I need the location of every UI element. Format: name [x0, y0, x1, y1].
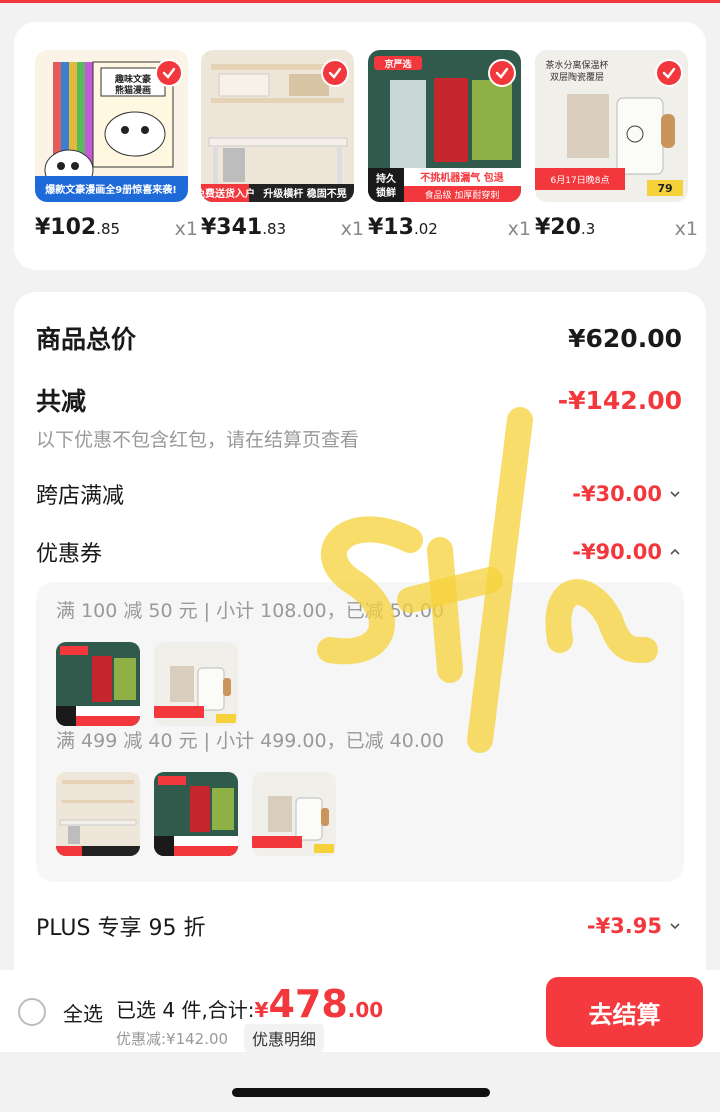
chevron-up-icon[interactable]	[668, 545, 682, 559]
coupon-product-thumbnail[interactable]	[154, 772, 238, 856]
product-item[interactable]: 免费送货入户 升级横杆 稳固不晃 ¥341.83 x1	[201, 50, 364, 240]
svg-text:升级横杆 稳固不晃: 升级横杆 稳固不晃	[263, 187, 346, 200]
discount-amount: 优惠减:¥142.00	[116, 1030, 229, 1048]
svg-text:不挑机器漏气 包退: 不挑机器漏气 包退	[420, 171, 503, 184]
coupon-rule-1: 满 100 减 50 元 | 小计 108.00，已减 50.00	[56, 600, 445, 622]
coupon-row[interactable]: 优惠券 -¥90.00	[36, 536, 682, 568]
plus-discount-label: PLUS 专享 95 折	[36, 916, 206, 941]
checked-icon[interactable]	[655, 59, 683, 87]
svg-text:锁鲜: 锁鲜	[376, 186, 396, 199]
svg-text:食品级 加厚耐穿刺: 食品级 加厚耐穿刺	[425, 189, 500, 201]
home-indicator[interactable]	[232, 1088, 490, 1097]
plus-discount-row[interactable]: PLUS 专享 95 折 -¥3.95	[36, 910, 682, 942]
product-price: ¥341.83	[201, 215, 287, 240]
selected-products-card: 趣味文豪 熊猫漫画 爆款文豪漫画全9册惊喜来袭! ¥102.85 x1 免费送货…	[14, 22, 706, 270]
select-all-label[interactable]: 全选	[63, 998, 103, 1027]
total-row: 商品总价 ¥620.00	[36, 320, 682, 356]
cross-store-row[interactable]: 跨店满减 -¥30.00	[36, 478, 682, 510]
discount-detail-button[interactable]: 优惠明细	[244, 1024, 325, 1052]
svg-text:京严选: 京严选	[384, 58, 411, 70]
product-thumbnail[interactable]: 免费送货入户 升级横杆 稳固不晃	[201, 50, 354, 202]
price-summary-card: 商品总价 ¥620.00 共减 -¥142.00 以下优惠不包含红包，请在结算页…	[14, 292, 706, 992]
svg-text:茶水分离保温杯: 茶水分离保温杯	[545, 59, 608, 71]
product-quantity: x1	[507, 218, 531, 240]
reduce-row: 共减 -¥142.00	[36, 382, 682, 418]
total-summary: 已选 4 件,合计: ¥ 478 .00	[116, 982, 383, 1026]
coupon-label: 优惠券	[36, 542, 103, 567]
desk-image	[56, 772, 140, 856]
vacuum-bag-image	[56, 642, 140, 726]
chevron-down-icon[interactable]	[668, 919, 682, 933]
cross-store-label: 跨店满减	[36, 484, 125, 509]
total-value: ¥620.00	[568, 323, 682, 353]
selected-count: 已选 4 件,合计:	[116, 998, 255, 1022]
svg-text:双层陶瓷覆层: 双层陶瓷覆层	[550, 71, 604, 83]
svg-text:趣味文豪: 趣味文豪	[114, 73, 151, 85]
product-price: ¥20.3	[535, 215, 596, 240]
coupon-product-thumbnail[interactable]	[154, 642, 238, 726]
product-item[interactable]: 茶水分离保温杯 双层陶瓷覆层 6月17日晚8点 79 ¥20.3 x1	[535, 50, 698, 240]
svg-text:熊猫漫画: 熊猫漫画	[115, 84, 151, 96]
product-thumbnail[interactable]: 趣味文豪 熊猫漫画 爆款文豪漫画全9册惊喜来袭!	[35, 50, 188, 202]
checkout-button[interactable]: 去结算	[546, 977, 703, 1047]
vacuum-bag-image	[154, 772, 238, 856]
checked-icon[interactable]	[155, 59, 183, 87]
checked-icon[interactable]	[488, 59, 516, 87]
total-label: 商品总价	[36, 325, 137, 354]
checkout-bar: 全选 已选 4 件,合计: ¥ 478 .00 优惠减:¥142.00 优惠明细…	[0, 970, 720, 1052]
coupon-product-thumbnail[interactable]	[252, 772, 336, 856]
total-amount-decimal: .00	[347, 998, 384, 1022]
mug-image	[252, 772, 336, 856]
coupon-rule-2: 满 499 减 40 元 | 小计 499.00，已减 40.00	[56, 730, 445, 752]
svg-text:6月17日晚8点: 6月17日晚8点	[551, 175, 610, 186]
coupon-product-thumbnail[interactable]	[56, 772, 140, 856]
svg-text:持久: 持久	[376, 172, 397, 185]
svg-text:爆款文豪漫画全9册惊喜来袭!: 爆款文豪漫画全9册惊喜来袭!	[45, 183, 177, 196]
discount-note: 以下优惠不包含红包，请在结算页查看	[36, 429, 360, 451]
chevron-down-icon[interactable]	[668, 487, 682, 501]
product-item[interactable]: 趣味文豪 熊猫漫画 爆款文豪漫画全9册惊喜来袭! ¥102.85 x1	[35, 50, 198, 240]
product-quantity: x1	[174, 218, 198, 240]
reduce-label: 共减	[36, 387, 87, 416]
reduce-value: -¥142.00	[557, 385, 682, 415]
product-thumbnail[interactable]: 茶水分离保温杯 双层陶瓷覆层 6月17日晚8点 79	[535, 50, 688, 202]
top-accent-line	[0, 0, 720, 3]
product-price: ¥102.85	[35, 215, 121, 240]
svg-text:79: 79	[657, 182, 672, 195]
coupon-product-thumbnail[interactable]	[56, 642, 140, 726]
cross-store-value: -¥30.00	[572, 482, 662, 506]
coupon-detail-panel: 满 100 减 50 元 | 小计 108.00，已减 50.00 满 499 …	[36, 582, 684, 882]
product-item[interactable]: 京严选 持久 锁鲜 不挑机器漏气 包退 食品级 加厚耐穿刺 ¥13.02 x1	[368, 50, 531, 240]
product-quantity: x1	[674, 218, 698, 240]
mug-image	[154, 642, 238, 726]
svg-text:免费送货入户: 免费送货入户	[201, 187, 255, 200]
checked-icon[interactable]	[321, 59, 349, 87]
plus-discount-value: -¥3.95	[586, 914, 662, 938]
select-all-radio[interactable]	[18, 998, 46, 1026]
product-quantity: x1	[340, 218, 364, 240]
product-thumbnail[interactable]: 京严选 持久 锁鲜 不挑机器漏气 包退 食品级 加厚耐穿刺	[368, 50, 521, 202]
total-currency: ¥	[254, 998, 269, 1022]
total-amount-integer: 478	[268, 982, 348, 1026]
coupon-value: -¥90.00	[572, 540, 662, 564]
product-price: ¥13.02	[368, 215, 438, 240]
